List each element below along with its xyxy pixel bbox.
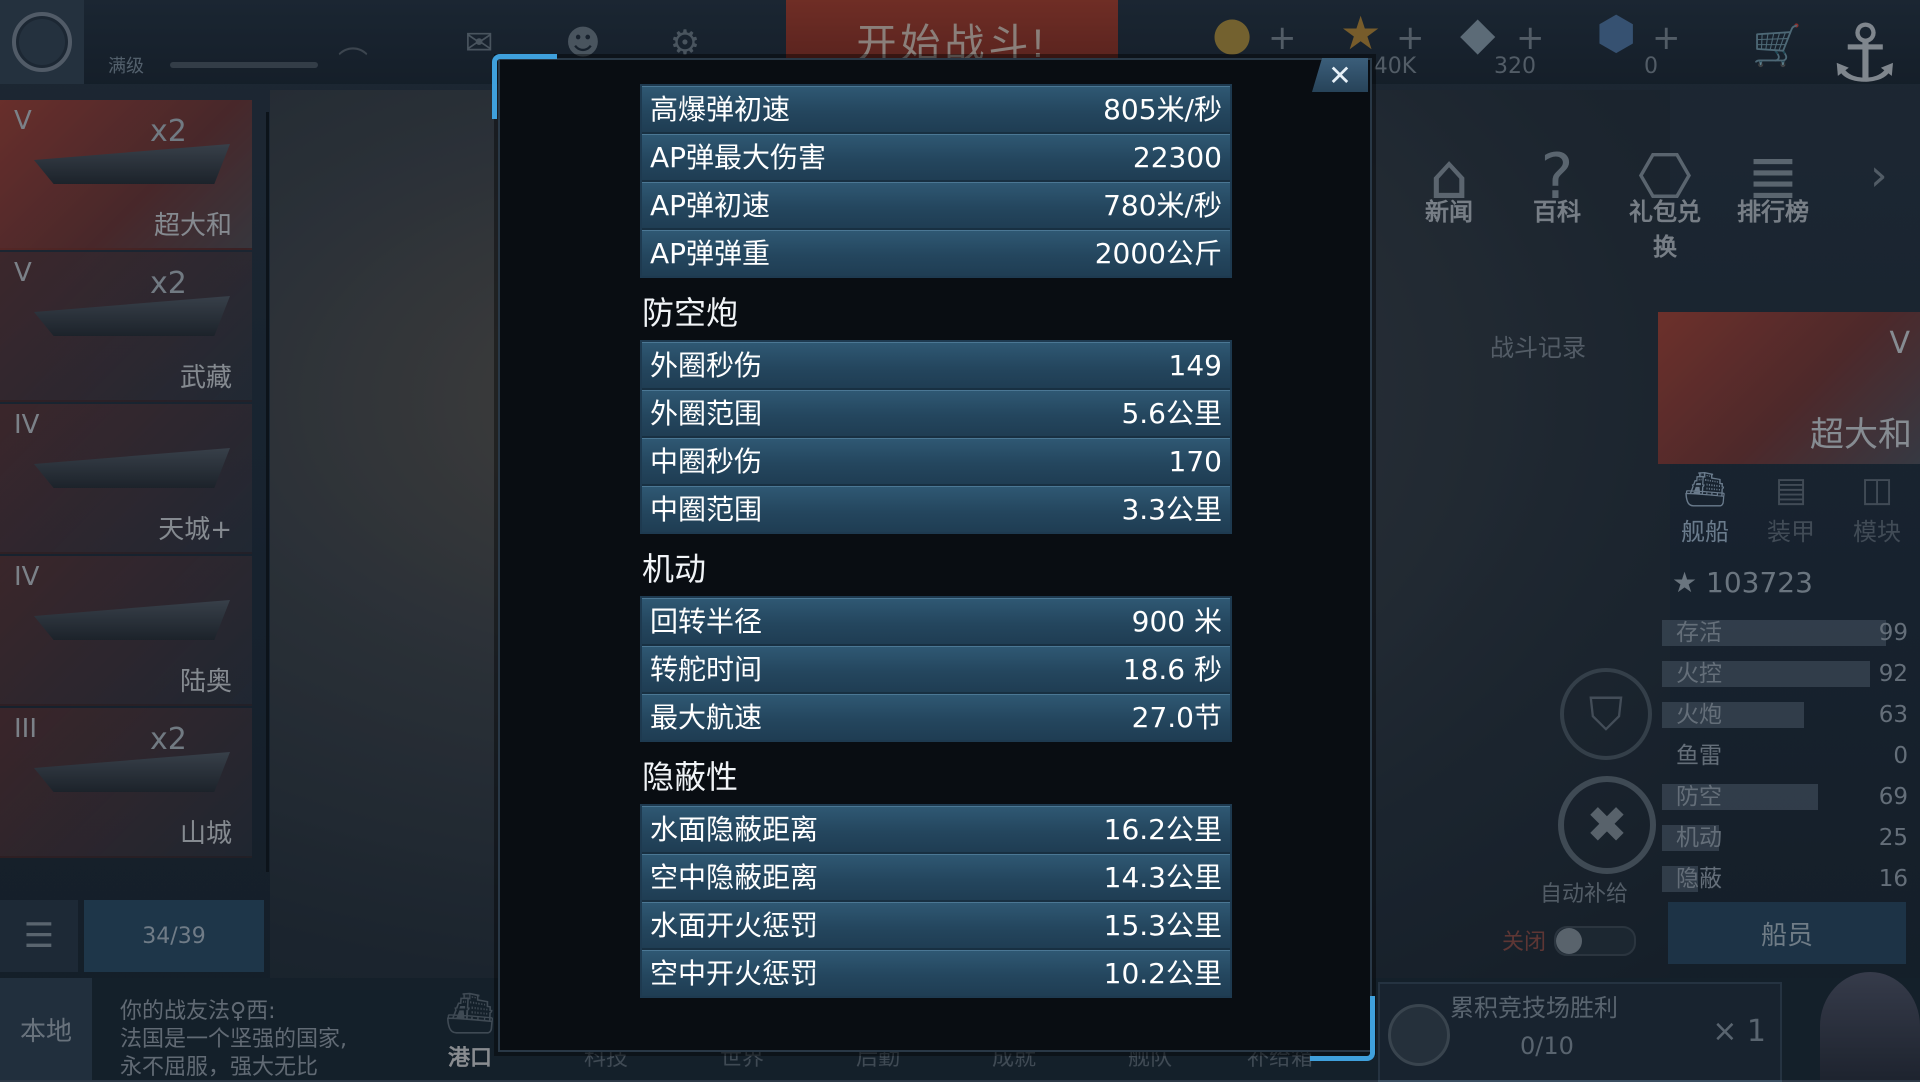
stats-table: 外圈秒伤 149 外圈范围 5.6公里中圈秒伤 170 中圈范围 3.3公里 [640, 340, 1232, 534]
stat-name: 空中隐蔽距离 [650, 861, 819, 894]
section-title: 隐蔽性 [642, 758, 739, 796]
stat-name: 水面开火惩罚 [650, 909, 819, 942]
stat-table-row: 空中开火惩罚 10.2公里 [642, 950, 1230, 996]
stat-table-row: 外圈秒伤 149 [642, 342, 1230, 388]
stat-name: AP弹最大伤害 [650, 141, 827, 174]
stat-table-row: AP弹最大伤害 22300 [642, 134, 1230, 180]
stat-table-row: 最大航速 27.0节 [642, 694, 1230, 740]
stat-name: 外圈秒伤 [650, 349, 763, 382]
stat-value: 900 米 [1131, 605, 1222, 638]
stat-table-row: 回转半径 900 米 [642, 598, 1230, 644]
stat-name: 中圈秒伤 [650, 445, 763, 478]
stat-name: AP弹初速 [650, 189, 771, 222]
stats-content: 高爆弹初速 805米/秒 AP弹最大伤害 22300 AP弹初速 780米/秒 AP弹弹重 2… [640, 84, 1232, 998]
stat-table-row: 转舵时间 18.6 秒 [642, 646, 1230, 692]
stat-name: 中圈范围 [650, 493, 763, 526]
stat-name: AP弹弹重 [650, 237, 771, 270]
stat-table-row: 外圈范围 5.6公里 [642, 390, 1230, 436]
stat-value: 149 [1168, 349, 1222, 382]
stat-table-row: 中圈范围 3.3公里 [642, 486, 1230, 532]
stat-value: 14.3公里 [1103, 861, 1222, 894]
stat-value: 3.3公里 [1121, 493, 1222, 526]
modal-corner-decoration [1310, 996, 1375, 1061]
stat-name: 最大航速 [650, 701, 763, 734]
stat-table-row: 空中隐蔽距离 14.3公里 [642, 854, 1230, 900]
stat-table-row: 高爆弹初速 805米/秒 [642, 86, 1230, 132]
stat-value: 27.0节 [1131, 701, 1222, 734]
stat-value: 805米/秒 [1103, 93, 1222, 126]
stat-value: 780米/秒 [1103, 189, 1222, 222]
modal-corner-decoration [492, 54, 557, 119]
section-title: 防空炮 [642, 294, 739, 332]
stat-value: 22300 [1132, 141, 1222, 174]
section-title: 机动 [642, 550, 707, 588]
stat-value: 18.6 秒 [1122, 653, 1222, 686]
stats-table: 水面隐蔽距离 16.2公里空中隐蔽距离 14.3公里水面开火惩罚 15.3公里空中开火… [640, 804, 1232, 998]
stat-value: 10.2公里 [1103, 957, 1222, 990]
stat-value: 2000公斤 [1094, 237, 1222, 270]
stat-table-row: AP弹初速 780米/秒 [642, 182, 1230, 228]
stat-name: 空中开火惩罚 [650, 957, 819, 990]
stat-name: 转舵时间 [650, 653, 763, 686]
stat-table-row: 水面开火惩罚 15.3公里 [642, 902, 1230, 948]
stat-name: 高爆弹初速 [650, 93, 791, 126]
stat-value: 5.6公里 [1121, 397, 1222, 430]
stats-table: 高爆弹初速 805米/秒 AP弹最大伤害 22300 AP弹初速 780米/秒 AP弹弹重 2… [640, 84, 1232, 278]
stat-table-row: AP弹弹重 2000公斤 [642, 230, 1230, 276]
stat-name: 外圈范围 [650, 397, 763, 430]
stat-name: 水面隐蔽距离 [650, 813, 819, 846]
stats-table: 回转半径 900 米转舵时间 18.6 秒最大航速 27.0节 [640, 596, 1232, 742]
stat-value: 15.3公里 [1103, 909, 1222, 942]
stat-value: 16.2公里 [1103, 813, 1222, 846]
stat-name: 回转半径 [650, 605, 763, 638]
stat-value: 170 [1168, 445, 1222, 478]
stat-table-row: 中圈秒伤 170 [642, 438, 1230, 484]
stat-table-row: 水面隐蔽距离 16.2公里 [642, 806, 1230, 852]
